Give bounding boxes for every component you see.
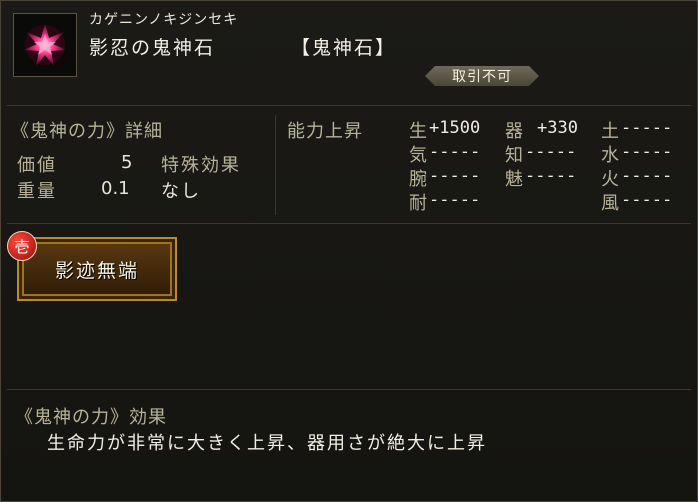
price-label: 価値	[17, 155, 57, 176]
skill-label: 影迹無端	[54, 259, 139, 282]
stat-value-water: -----	[621, 142, 673, 162]
item-category: 【鬼神石】	[291, 37, 397, 59]
stat-value-dexterity: +330	[537, 118, 578, 138]
item-icon-frame	[13, 13, 77, 77]
stats-title: 能力上昇	[287, 121, 363, 142]
skill-button[interactable]: 影迹無端	[17, 237, 177, 301]
stat-label-intellect: 知	[505, 145, 523, 166]
special-effect-value: なし	[161, 181, 201, 202]
stat-value-earth: -----	[621, 118, 673, 138]
item-reading: カゲニンノキジンセキ	[89, 12, 239, 28]
stat-value-endurance: -----	[429, 190, 481, 210]
price-value: 5	[121, 152, 133, 173]
stat-label-endurance: 耐	[409, 193, 427, 214]
stat-value-life: +1500	[429, 118, 481, 138]
details-title: 《鬼神の力》詳細	[11, 121, 163, 142]
stat-value-intellect: -----	[525, 142, 577, 162]
stat-label-water: 水	[601, 145, 619, 166]
untradable-badge: 取引不可	[425, 66, 539, 86]
stat-label-life: 生	[409, 121, 427, 142]
divider-top	[7, 105, 691, 106]
stat-value-ki: -----	[429, 142, 481, 162]
effect-description: 生命力が非常に大きく上昇、器用さが絶大に上昇	[47, 433, 487, 454]
skill-rank-badge: 壱	[7, 231, 37, 261]
stat-value-charm: -----	[525, 166, 577, 186]
divider-details-stats	[275, 115, 276, 215]
stat-label-earth: 土	[601, 121, 619, 142]
stat-label-arm: 腕	[409, 169, 427, 190]
item-detail-window: カゲニンノキジンセキ 影忍の鬼神石 【鬼神石】 取引不可 《鬼神の力》詳細 価値…	[0, 0, 698, 502]
stat-label-ki: 気	[409, 145, 427, 166]
stat-label-wind: 風	[601, 193, 619, 214]
stat-label-fire: 火	[601, 169, 619, 190]
divider-mid	[7, 223, 691, 224]
divider-bottom	[7, 389, 691, 390]
stat-label-dexterity: 器	[505, 121, 523, 142]
stat-value-fire: -----	[621, 166, 673, 186]
stat-value-arm: -----	[429, 166, 481, 186]
item-name: 影忍の鬼神石	[89, 37, 216, 59]
stat-label-charm: 魅	[505, 169, 523, 190]
weight-value: 0.1	[101, 178, 130, 199]
special-effect-label: 特殊効果	[161, 155, 241, 176]
stat-value-wind: -----	[621, 190, 673, 210]
weight-label: 重量	[17, 181, 57, 202]
effect-title: 《鬼神の力》効果	[15, 407, 167, 428]
crystal-gem-icon	[24, 24, 66, 66]
